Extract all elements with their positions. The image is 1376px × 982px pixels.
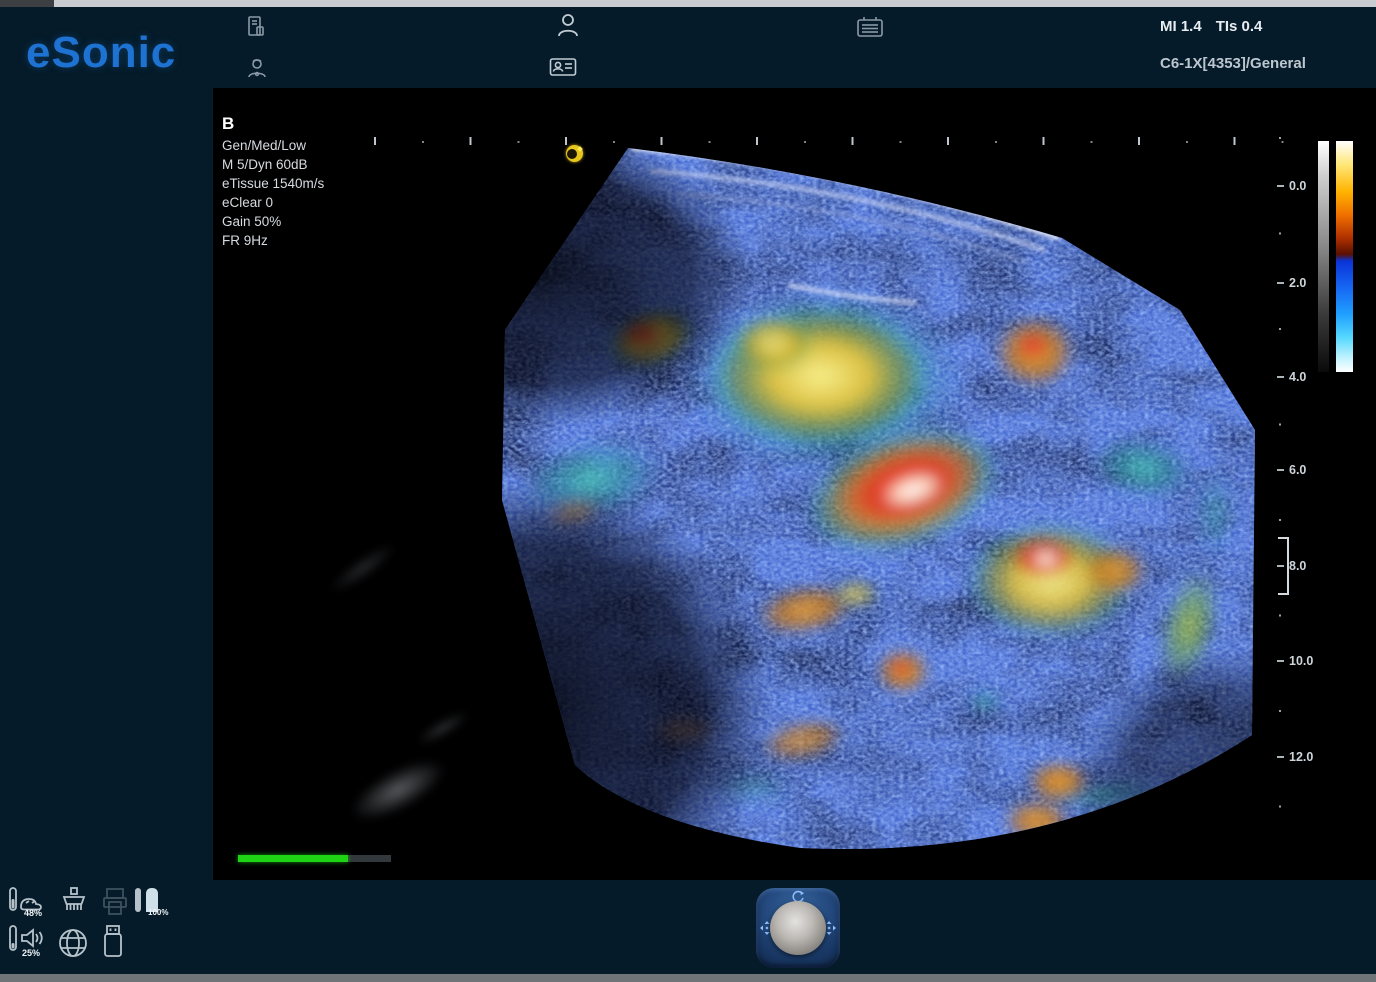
patient-icon[interactable] [556,12,580,38]
usb-icon[interactable] [100,924,126,960]
id-card-icon[interactable] [549,56,577,78]
disk-usage-label: 48% [24,908,42,918]
probe-preset-readout: C6-1X[4353]/General [1160,55,1372,72]
mi-value: MI 1.4 [1160,18,1202,35]
image-parameters: B Gen/Med/Low M 5/Dyn 60dB eTissue 1540m… [222,114,324,250]
ultrasound-image [213,88,1313,880]
depth-minor-ticks [1279,137,1281,812]
trackball-ball[interactable] [770,901,826,955]
depth-label: 2.0 [1277,275,1306,291]
window-top-strip-dark [0,0,54,7]
elastography-colorbar [1336,141,1353,372]
grayscale-bar [1318,141,1329,372]
app-logo: eSonic [26,28,176,78]
volume-label: 25% [22,948,40,958]
battery-label: 100% [148,908,168,917]
param-line: FR 9Hz [222,231,324,250]
depth-label: 10.0 [1277,653,1313,669]
param-line: eTissue 1540m/s [222,174,324,193]
tis-value: TIs 0.4 [1216,18,1263,35]
window-bottom-strip [0,974,1376,982]
print-icon[interactable] [100,886,130,918]
depth-label: 12.0 [1277,749,1313,765]
focus-position-marker[interactable] [1278,537,1289,595]
acoustic-output-readout: MI 1.4 TIs 0.4 [1160,18,1360,35]
param-line: eClear 0 [222,193,324,212]
probe-orientation-marker [566,145,583,162]
param-line: M 5/Dyn 60dB [222,155,324,174]
trackball-widget[interactable] [756,888,840,968]
horizontal-ruler-minor-ticks [422,141,1302,143]
worklist-icon[interactable] [856,15,884,39]
cine-progress-fill [238,855,348,862]
depth-label: 4.0 [1277,369,1306,385]
param-line: Gain 50% [222,212,324,231]
doctor-icon[interactable] [246,56,268,80]
ultrasound-display-area: B Gen/Med/Low M 5/Dyn 60dB eTissue 1540m… [213,88,1376,880]
clean-icon[interactable] [56,886,92,918]
param-line: Gen/Med/Low [222,136,324,155]
window-top-strip [0,0,1376,7]
cine-progress-bar[interactable] [238,855,391,862]
depth-label: 6.0 [1277,462,1306,478]
report-icon[interactable] [246,15,266,39]
depth-label: 0.0 [1277,178,1306,194]
network-icon[interactable] [56,926,90,960]
mode-label: B [222,114,324,134]
marker-notch [567,149,577,159]
